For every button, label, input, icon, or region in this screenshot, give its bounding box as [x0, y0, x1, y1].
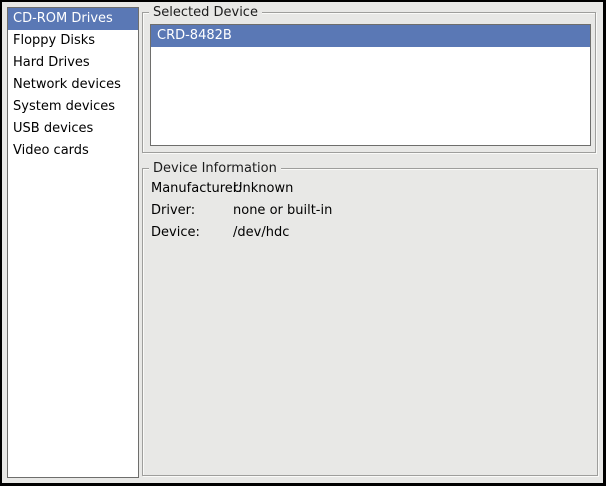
field-label-driver: Driver: [151, 200, 233, 222]
field-label-manufacturer: Manufacturer: [151, 178, 233, 200]
category-item-system-devices[interactable]: System devices [8, 96, 138, 118]
field-value-driver: none or built-in [233, 200, 332, 222]
device-information-frame: Device Information Manufacturer: Unknown… [142, 168, 598, 476]
field-value-device: /dev/hdc [233, 222, 332, 244]
device-information-frame-label: Device Information [149, 161, 281, 176]
device-information-fields: Manufacturer: Unknown Driver: none or bu… [151, 178, 332, 244]
hardware-browser-window: CD-ROM Drives Floppy Disks Hard Drives N… [0, 0, 606, 486]
category-item-usb-devices[interactable]: USB devices [8, 118, 138, 140]
category-item-video-cards[interactable]: Video cards [8, 140, 138, 162]
device-list-item-crd-8482b[interactable]: CRD-8482B [151, 25, 590, 47]
category-item-floppy-disks[interactable]: Floppy Disks [8, 30, 138, 52]
selected-device-frame: Selected Device CRD-8482B [142, 12, 596, 153]
category-item-network-devices[interactable]: Network devices [8, 74, 138, 96]
field-label-device: Device: [151, 222, 233, 244]
category-item-hard-drives[interactable]: Hard Drives [8, 52, 138, 74]
category-item-cdrom-drives[interactable]: CD-ROM Drives [8, 8, 138, 30]
field-value-manufacturer: Unknown [233, 178, 332, 200]
selected-device-list: CRD-8482B [150, 24, 591, 146]
device-category-list: CD-ROM Drives Floppy Disks Hard Drives N… [7, 7, 139, 478]
selected-device-frame-label: Selected Device [149, 5, 262, 20]
